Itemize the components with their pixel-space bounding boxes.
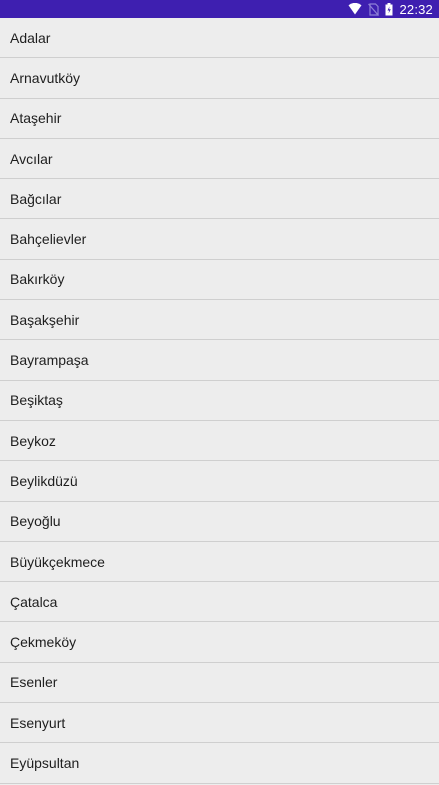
list-item[interactable]: Büyükçekmece [0, 541, 439, 583]
list-item[interactable]: Arnavutköy [0, 58, 439, 99]
list-item[interactable]: Bayrampaşa [0, 340, 439, 381]
no-sim-icon [368, 2, 380, 16]
list-item[interactable]: Bağcılar [0, 179, 439, 220]
list-item[interactable]: Avcılar [0, 138, 439, 180]
wifi-icon [348, 3, 362, 15]
list-item[interactable]: Beyoğlu [0, 501, 439, 542]
list-item[interactable]: Beşiktaş [0, 380, 439, 421]
list-item[interactable]: Bahçelievler [0, 219, 439, 260]
status-icons: 22:32 [348, 0, 433, 18]
status-bar: 22:32 [0, 0, 439, 18]
list-item[interactable]: Beykoz [0, 420, 439, 462]
list-item[interactable]: Ataşehir [0, 98, 439, 139]
district-list[interactable]: Adalar Arnavutköy Ataşehir Avcılar Bağcı… [0, 18, 439, 784]
list-item[interactable]: Bakırköy [0, 259, 439, 301]
list-item[interactable]: Çekmeköy [0, 622, 439, 663]
list-item[interactable]: Adalar [0, 18, 439, 59]
clock-time: 22:32 [399, 1, 433, 17]
list-item[interactable]: Çatalca [0, 582, 439, 623]
list-item[interactable]: Esenler [0, 662, 439, 704]
list-item[interactable]: Başakşehir [0, 300, 439, 341]
list-item[interactable]: Esenyurt [0, 703, 439, 744]
list-item[interactable]: Beylikdüzü [0, 461, 439, 502]
list-item[interactable]: Eyüpsultan [0, 743, 439, 784]
battery-icon [385, 2, 393, 16]
